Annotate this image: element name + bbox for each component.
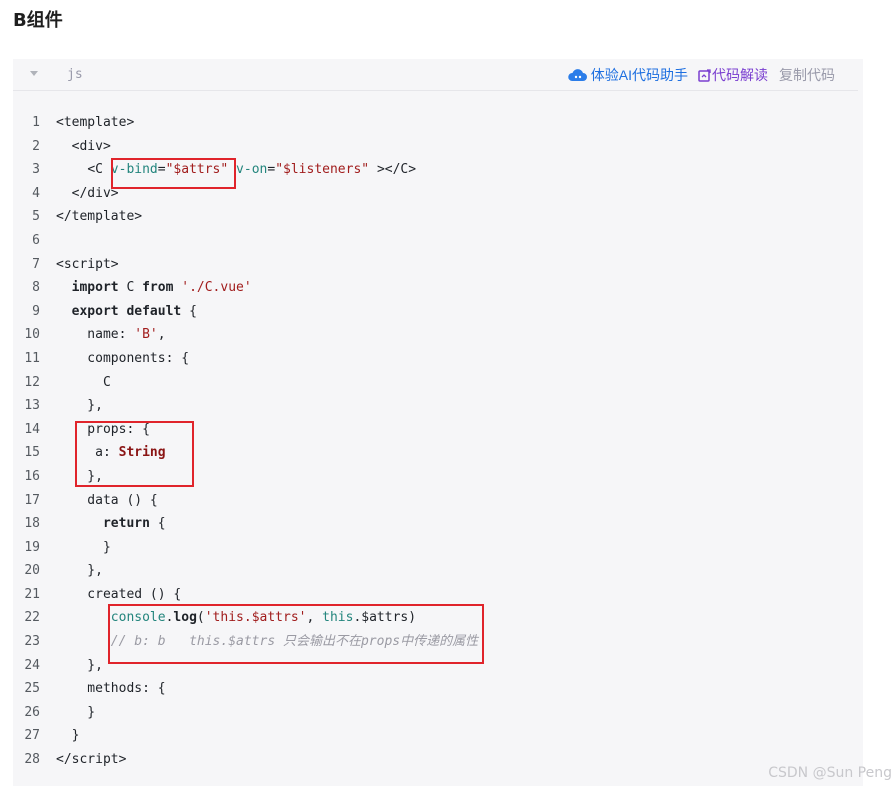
line-number: 14: [24, 421, 40, 437]
line-number: 19: [24, 539, 40, 555]
highlight-box-console: [108, 604, 484, 664]
line-number: 22: [24, 610, 40, 626]
line-number: 5: [32, 209, 40, 225]
section-heading: B组件: [13, 10, 63, 31]
code-text: import C from './C.vue': [71, 280, 252, 296]
line-number: 24: [24, 657, 40, 673]
highlight-box-props: [75, 421, 194, 487]
line-number: 17: [24, 492, 40, 508]
line-number: 12: [24, 374, 40, 390]
code-text: </script>: [56, 752, 127, 768]
line-number: 18: [24, 516, 40, 532]
line-number: 10: [24, 327, 40, 343]
code-text: methods: {: [56, 681, 166, 697]
code-explain-label: 代码解读: [712, 67, 768, 83]
code-text: <template>: [56, 115, 135, 130]
highlight-box-vbind: [111, 158, 236, 189]
code-text: name: 'B',: [56, 327, 166, 343]
line-number: 7: [32, 256, 40, 272]
line-number: 4: [32, 185, 40, 201]
line-number: 16: [24, 468, 40, 484]
line-number: 3: [32, 162, 40, 178]
code-text: components: {: [56, 350, 190, 366]
code-text: }: [56, 539, 111, 555]
code-text: </template>: [56, 209, 143, 225]
language-label: js: [67, 67, 83, 82]
code-text: },: [56, 398, 103, 414]
code-text: }: [56, 704, 96, 720]
line-number: 13: [24, 398, 40, 414]
line-number: 6: [32, 232, 40, 248]
line-number: 23: [24, 634, 40, 650]
watermark: CSDN @Sun Peng: [768, 765, 892, 781]
copy-code-label: 复制代码: [779, 67, 835, 83]
line-number: 9: [32, 303, 40, 319]
collapse-icon[interactable]: [30, 71, 38, 76]
code-text: }: [56, 728, 80, 744]
ai-assistant-button[interactable]: 体验AI代码助手: [567, 65, 688, 85]
code-text: <C v-bind="$attrs" v-on="$listeners" ></…: [87, 162, 417, 178]
code-text: <script>: [56, 256, 119, 272]
code-tools: 体验AI代码助手 代码解读 复制代码: [556, 65, 835, 85]
line-number: 26: [24, 704, 40, 720]
ai-assistant-label: 体验AI代码助手: [590, 67, 688, 83]
cloud-icon: [568, 69, 587, 81]
line-number: 25: [24, 681, 40, 697]
line-number: 15: [24, 445, 40, 461]
code-block: js 体验AI代码助手 代码解读 复制代码 1 <template> 2 <di…: [13, 59, 863, 786]
line-number: 8: [32, 280, 40, 296]
explain-icon: [698, 68, 711, 82]
line-number: 28: [24, 752, 40, 768]
line-number: 20: [24, 563, 40, 579]
code-text: C: [56, 374, 111, 390]
code-text: },: [56, 563, 103, 579]
code-toolbar: js 体验AI代码助手 代码解读 复制代码: [13, 59, 858, 91]
code-text: </div>: [71, 185, 119, 201]
code-text: data () {: [56, 492, 158, 508]
line-number: 2: [32, 138, 40, 154]
line-number: 1: [32, 115, 40, 130]
line-number: 21: [24, 586, 40, 602]
code-text: return {: [102, 516, 166, 532]
code-text: export default {: [71, 303, 197, 319]
code-text: },: [56, 657, 103, 673]
line-number: 11: [24, 350, 40, 366]
line-number: 27: [24, 728, 40, 744]
code-text: <div>: [71, 138, 111, 154]
copy-code-button[interactable]: 复制代码: [779, 65, 835, 85]
code-explain-button[interactable]: 代码解读: [698, 65, 768, 85]
code-text: created () {: [56, 586, 182, 602]
